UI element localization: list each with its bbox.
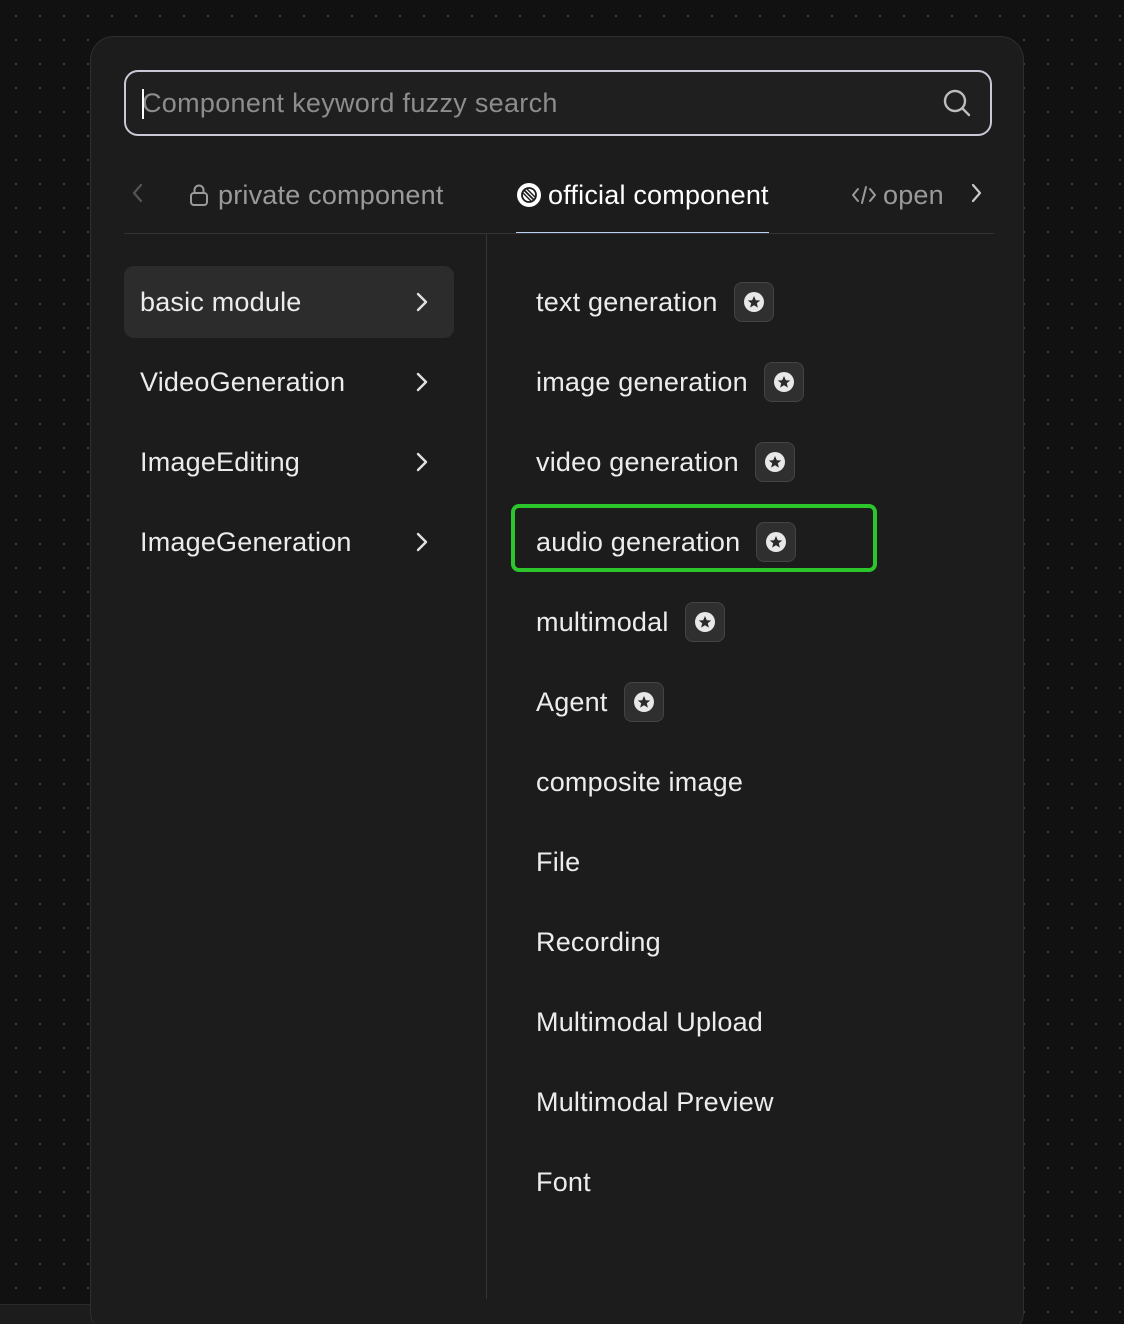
tabs-scroll-right-icon[interactable] (962, 175, 990, 211)
search-input[interactable] (126, 72, 940, 134)
component-audio-generation[interactable]: audio generation (536, 520, 797, 564)
tab-private-component[interactable]: private component (186, 157, 444, 233)
tab-label: official component (548, 179, 769, 210)
component-video-generation[interactable]: video generation (536, 440, 795, 484)
component-multimodal-upload[interactable]: Multimodal Upload (536, 1000, 763, 1044)
component-label: Recording (536, 926, 661, 957)
component-label: Multimodal Upload (536, 1006, 764, 1037)
component-composite-image[interactable]: composite image (536, 760, 743, 804)
search-icon[interactable] (940, 86, 974, 120)
component-text-generation[interactable]: text generation (536, 280, 774, 324)
component-label: image generation (536, 366, 748, 397)
category-basic-module[interactable]: basic module (124, 266, 454, 338)
component-label: text generation (536, 286, 718, 317)
component-label: multimodal (536, 606, 669, 637)
category-label: VideoGeneration (140, 366, 346, 397)
component-label: video generation (536, 446, 739, 477)
category-video-generation[interactable]: VideoGeneration (124, 346, 454, 418)
text-cursor (142, 89, 144, 119)
background-panel-edge (0, 1304, 92, 1324)
official-star-icon (754, 442, 795, 482)
component-image-generation[interactable]: image generation (536, 360, 804, 404)
official-star-icon (733, 282, 774, 322)
column-divider (486, 234, 487, 1299)
component-recording[interactable]: Recording (536, 920, 661, 964)
component-font[interactable]: Font (536, 1160, 591, 1204)
category-image-editing[interactable]: ImageEditing (124, 426, 454, 498)
chevron-right-icon (412, 450, 432, 474)
component-label: composite image (536, 766, 744, 797)
code-icon (851, 182, 877, 208)
official-star-icon (756, 522, 797, 562)
component-label: Agent (536, 686, 608, 717)
component-multimodal-preview[interactable]: Multimodal Preview (536, 1080, 774, 1124)
category-label: basic module (140, 286, 302, 317)
category-image-generation[interactable]: ImageGeneration (124, 506, 454, 578)
search-box (124, 70, 992, 136)
lock-icon (186, 182, 212, 208)
component-tabs: private component official component ope… (124, 157, 994, 234)
component-file[interactable]: File (536, 840, 580, 884)
tab-label: open (883, 179, 944, 210)
tab-label: private component (218, 179, 444, 210)
component-label: Multimodal Preview (536, 1086, 774, 1117)
official-badge-icon (516, 182, 542, 208)
component-label: audio generation (536, 526, 741, 557)
tab-open-component[interactable]: open (851, 157, 959, 233)
chevron-right-icon (412, 530, 432, 554)
component-multimodal[interactable]: multimodal (536, 600, 725, 644)
component-picker-panel: private component official component (90, 36, 1024, 1324)
tabs-scroll-left-icon[interactable] (124, 175, 152, 211)
official-star-icon (623, 682, 664, 722)
tab-official-component[interactable]: official component (516, 157, 769, 233)
category-label: ImageGeneration (140, 526, 352, 557)
component-label: Font (536, 1166, 591, 1197)
chevron-right-icon (412, 290, 432, 314)
category-label: ImageEditing (140, 446, 300, 477)
chevron-right-icon (412, 370, 432, 394)
official-star-icon (684, 602, 725, 642)
component-label: File (536, 846, 581, 877)
component-agent[interactable]: Agent (536, 680, 664, 724)
official-star-icon (763, 362, 804, 402)
